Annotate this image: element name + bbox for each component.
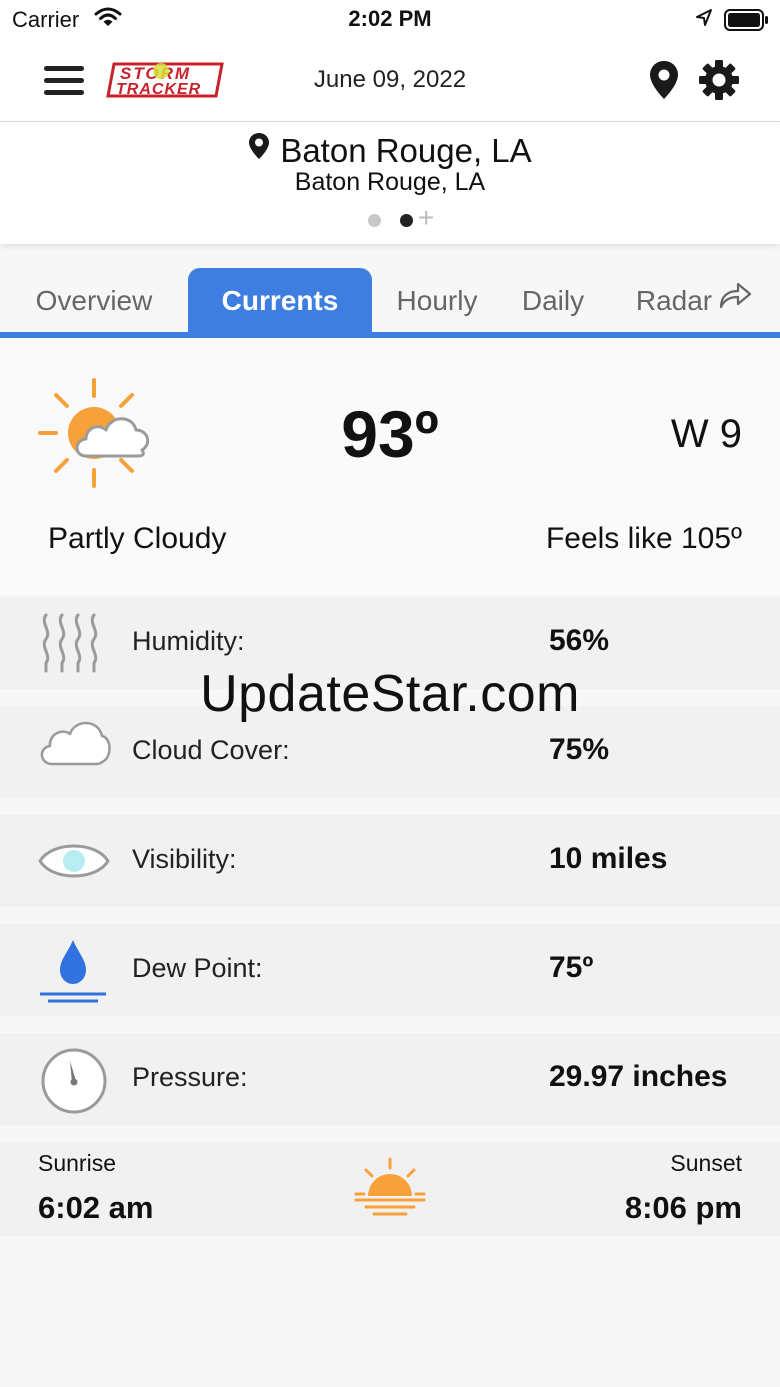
tab-hourly[interactable]: Hourly [384, 268, 490, 332]
pressure-value: 29.97 inches [549, 1060, 728, 1093]
water-drop-icon [38, 936, 110, 1011]
visibility-label: Visibility: [132, 844, 237, 874]
sunset-icon [352, 1156, 428, 1227]
sunrise-label: Sunrise [38, 1150, 116, 1176]
tab-daily[interactable]: Daily [506, 268, 600, 332]
feels-like-text: Feels like 105º [545, 522, 742, 555]
status-time: 2:02 PM [348, 6, 432, 31]
share-arrow-icon [718, 267, 752, 333]
tab-overview[interactable]: Overview [0, 268, 188, 332]
page-dot[interactable] [368, 214, 381, 227]
visibility-value: 10 miles [549, 842, 668, 875]
detail-row-dew-point: Dew Point: 75º [0, 924, 780, 1016]
current-conditions: 93º W 9 Partly Cloudy Feels like 105º [0, 338, 780, 594]
humidity-value: 56% [549, 624, 610, 657]
page-indicator[interactable]: + [366, 202, 446, 233]
watermark-text: UpdateStar.com [200, 665, 580, 723]
location-header[interactable]: Baton Rouge, LA Baton Rouge, LA + [0, 122, 780, 244]
status-bar: Carrier 2:02 PM [0, 0, 780, 40]
top-nav: STORM TRACKER June 09, 2022 [0, 40, 780, 122]
battery-icon [724, 9, 770, 36]
tab-radar[interactable]: Radar [614, 268, 774, 332]
detail-row-visibility: Visibility: 10 miles [0, 815, 780, 907]
sunset-time: 8:06 pm [624, 1190, 742, 1225]
sunrise-time: 6:02 am [38, 1190, 154, 1225]
current-temperature: 93º [341, 397, 439, 471]
page-dot-active[interactable] [400, 214, 413, 227]
tab-bar: Overview Currents Hourly Daily Radar [0, 268, 780, 332]
sun-times: Sunrise 6:02 am Sunset 8:06 pm [0, 1142, 780, 1236]
wind-reading: W 9 [670, 412, 742, 456]
settings-gear-icon[interactable] [698, 59, 740, 106]
eye-icon [38, 835, 110, 892]
dew-point-label: Dew Point: [132, 953, 263, 983]
tab-currents[interactable]: Currents [188, 268, 372, 332]
condition-text: Partly Cloudy [48, 522, 227, 555]
location-title-row: Baton Rouge, LA [0, 132, 780, 172]
humidity-label: Humidity: [132, 626, 245, 656]
gauge-icon [38, 1045, 110, 1120]
sunset-label: Sunset [670, 1150, 742, 1176]
location-subtitle: Baton Rouge, LA [294, 168, 486, 196]
cloud-cover-label: Cloud Cover: [132, 735, 290, 765]
pressure-label: Pressure: [132, 1062, 248, 1092]
tab-radar-label: Radar [635, 285, 713, 316]
add-location-icon[interactable]: + [418, 202, 434, 234]
location-pin-small-icon [248, 130, 270, 168]
location-pin-icon[interactable] [648, 60, 680, 105]
location-title: Baton Rouge, LA [280, 132, 532, 169]
location-arrow-icon [694, 8, 714, 33]
cloud-cover-value: 75% [549, 733, 610, 766]
detail-row-pressure: Pressure: 29.97 inches [0, 1033, 780, 1125]
dew-point-value: 75º [549, 951, 594, 984]
